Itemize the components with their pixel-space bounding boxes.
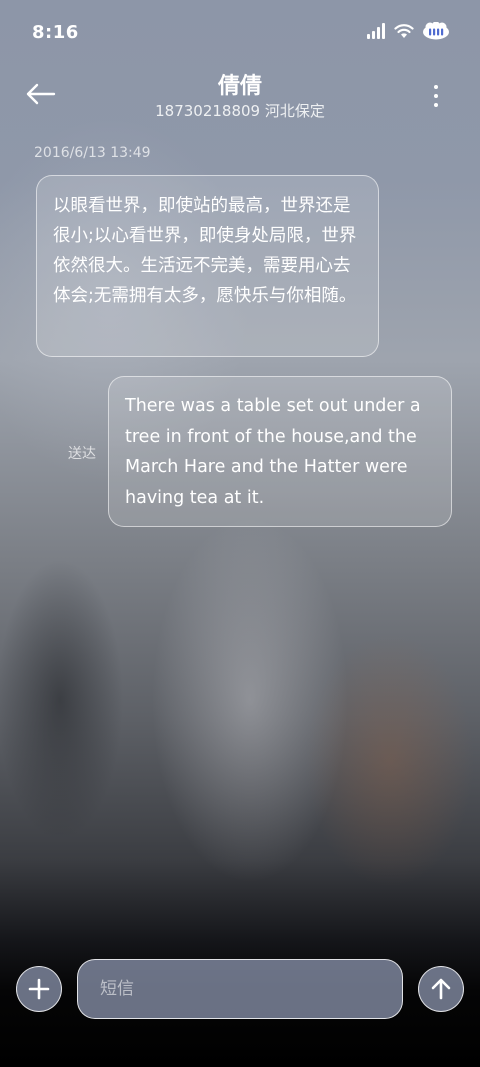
status-time: 8:16 (32, 22, 79, 43)
contact-name: 倩倩 (217, 74, 262, 99)
conversation-header: 倩倩 18730218809 河北保定 (0, 66, 480, 130)
signal-icon (366, 23, 386, 43)
status-bar: 8:16 (0, 0, 480, 66)
delivery-status: 送达 (68, 446, 96, 462)
add-attachment-button[interactable] (16, 966, 62, 1012)
send-button[interactable] (418, 966, 464, 1012)
outgoing-message-text: There was a table set out under a tree i… (125, 396, 421, 508)
wifi-icon (394, 23, 414, 43)
arrow-up-icon (431, 978, 451, 1000)
incoming-message-bubble[interactable]: 以眼看世界，即使站的最高，世界还是很小;以心看世界，即使身处局限，世界依然很大。… (36, 175, 379, 357)
status-icons (366, 21, 450, 44)
contact-number-location: 18730218809 河北保定 (155, 102, 325, 120)
battery-icon (422, 21, 450, 44)
plus-icon (28, 978, 50, 1000)
more-options-button[interactable] (432, 82, 440, 110)
message-composer (0, 958, 480, 1022)
message-input[interactable] (77, 959, 403, 1019)
outgoing-message-bubble[interactable]: There was a table set out under a tree i… (108, 376, 452, 527)
incoming-message-text: 以眼看世界，即使站的最高，世界还是很小;以心看世界，即使身处局限，世界依然很大。… (53, 196, 357, 306)
message-timestamp: 2016/6/13 13:49 (34, 145, 151, 161)
more-vertical-icon (434, 85, 438, 107)
